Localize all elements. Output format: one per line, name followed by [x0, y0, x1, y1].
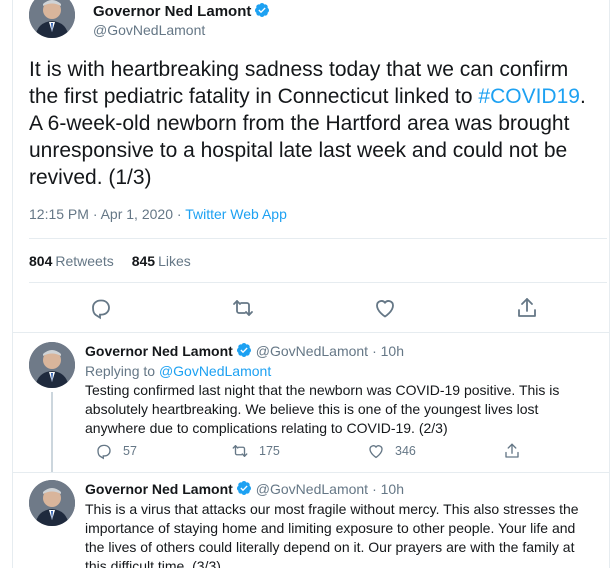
reply-header: Governor Ned Lamont @GovNedLamont · 10h — [85, 342, 404, 359]
hashtag-link[interactable]: #COVID19 — [478, 85, 580, 108]
retweet-count: 175 — [259, 444, 280, 458]
replying-prefix: Replying to — [85, 363, 159, 379]
author-name[interactable]: Governor Ned Lamont — [85, 481, 233, 497]
tweet-text: It is with heartbreaking sadness today t… — [29, 56, 599, 191]
retweet-icon[interactable] — [231, 296, 255, 320]
reply-actions: 57 175 346 — [85, 442, 591, 462]
reply-text: This is a virus that attacks our most fr… — [85, 501, 579, 568]
tweet-source-link[interactable]: Twitter Web App — [185, 206, 287, 222]
tweet-timestamp[interactable]: 12:15 PM · Apr 1, 2020 — [29, 206, 173, 222]
divider — [29, 238, 607, 239]
divider — [29, 282, 607, 283]
tweet-time[interactable]: · 10h — [372, 343, 404, 359]
reply-tweet[interactable]: Governor Ned Lamont @GovNedLamont · 10h Th… — [13, 480, 609, 568]
likes-label: Likes — [158, 253, 191, 269]
retweets-count: 804 — [29, 253, 53, 269]
author-handle[interactable]: @GovNedLamont — [256, 343, 368, 359]
reply-icon[interactable] — [89, 296, 113, 320]
share-action[interactable] — [503, 442, 521, 460]
meta-separator: · — [172, 206, 186, 222]
thread-line — [51, 392, 53, 472]
replying-to-link[interactable]: @GovNedLamont — [159, 363, 271, 379]
tweet-thread: Governor Ned Lamont @GovNedLamont It is … — [12, 0, 610, 568]
retweets-label: Retweets — [55, 253, 114, 269]
avatar[interactable] — [29, 342, 75, 388]
tweet-meta: 12:15 PM · Apr 1, 2020 · Twitter Web App — [29, 206, 287, 222]
author-name[interactable]: Governor Ned Lamont — [93, 2, 270, 20]
like-count: 346 — [395, 444, 416, 458]
like-action[interactable]: 346 — [367, 442, 416, 460]
verified-badge-icon — [255, 3, 270, 17]
reply-header: Governor Ned Lamont @GovNedLamont · 10h — [85, 480, 404, 497]
avatar[interactable] — [29, 480, 75, 526]
author-handle[interactable]: @GovNedLamont — [93, 22, 270, 38]
reply-tweet[interactable]: Governor Ned Lamont @GovNedLamont · 10h Re… — [13, 342, 609, 472]
divider — [13, 332, 609, 333]
tweet-time[interactable]: · 10h — [372, 481, 404, 497]
likes-count: 845 — [131, 253, 156, 269]
retweets-stat[interactable]: 804 Retweets — [29, 253, 114, 269]
replying-to: Replying to @GovNedLamont — [85, 363, 271, 379]
tweet-actions — [13, 296, 609, 320]
divider — [13, 472, 609, 473]
like-icon[interactable] — [373, 296, 397, 320]
avatar[interactable] — [29, 0, 75, 38]
reply-action[interactable]: 57 — [95, 442, 137, 460]
retweet-action[interactable]: 175 — [231, 442, 280, 460]
author-handle[interactable]: @GovNedLamont — [256, 481, 368, 497]
reply-count: 57 — [123, 444, 137, 458]
verified-badge-icon — [236, 481, 251, 495]
verified-badge-icon — [236, 343, 251, 357]
share-icon[interactable] — [515, 296, 539, 320]
reply-icon[interactable] — [95, 442, 113, 460]
likes-stat[interactable]: 845 Likes — [132, 253, 191, 269]
like-icon[interactable] — [367, 442, 385, 460]
reply-text: Testing confirmed last night that the ne… — [85, 382, 560, 436]
tweet-author[interactable]: Governor Ned Lamont @GovNedLamont — [93, 2, 270, 38]
tweet-stats: 804 Retweets 845 Likes — [29, 253, 191, 269]
retweet-icon[interactable] — [231, 442, 249, 460]
author-name[interactable]: Governor Ned Lamont — [85, 343, 233, 359]
share-icon[interactable] — [503, 442, 521, 460]
